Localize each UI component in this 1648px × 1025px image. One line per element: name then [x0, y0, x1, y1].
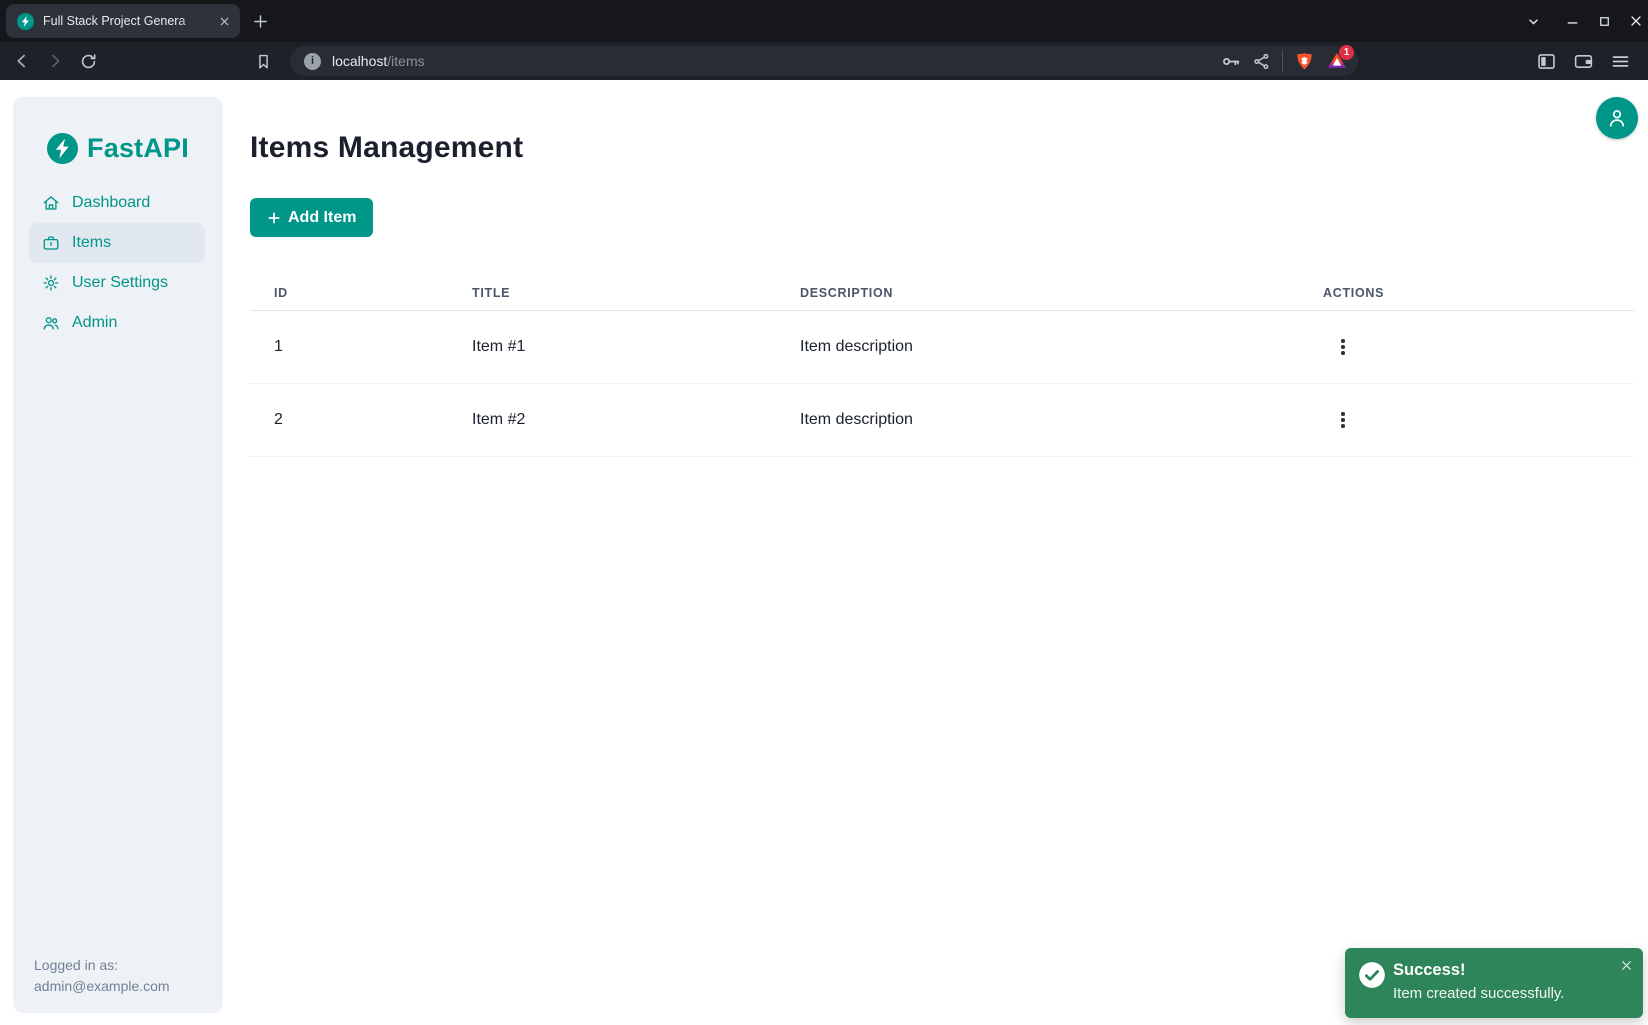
success-toast: Success! Item created successfully. [1345, 948, 1643, 1018]
sidebar: FastAPI Dashboard Items User Settings Ad… [13, 97, 223, 1013]
url-path: /items [387, 53, 424, 69]
sidebar-panel-icon[interactable] [1534, 49, 1558, 73]
wallet-icon[interactable] [1571, 49, 1595, 73]
sidebar-item-items[interactable]: Items [29, 223, 205, 263]
toast-close-icon[interactable] [1618, 957, 1634, 973]
brave-rewards-icon[interactable]: 1 [1326, 50, 1348, 72]
browser-toolbar: i localhost/items 1 [0, 42, 1648, 80]
fastapi-bolt-icon [47, 133, 78, 164]
toast-message: Item created successfully. [1393, 985, 1564, 1002]
table-header-row: ID TITLE DESCRIPTION ACTIONS [250, 275, 1634, 311]
main-content: Items Management Add Item ID TITLE DESCR… [250, 80, 1634, 1025]
sidebar-item-label: Dashboard [72, 194, 150, 212]
sidebar-nav: Dashboard Items User Settings Admin [29, 183, 205, 343]
table-row: 2 Item #2 Item description [250, 384, 1634, 457]
minimize-icon[interactable] [1559, 0, 1585, 42]
reload-icon[interactable] [76, 49, 100, 73]
sidebar-item-dashboard[interactable]: Dashboard [29, 183, 205, 223]
row-actions-menu-button[interactable] [1330, 332, 1356, 362]
column-header-title: TITLE [448, 286, 776, 300]
menu-icon[interactable] [1608, 49, 1632, 73]
sidebar-item-label: Admin [72, 314, 117, 332]
home-icon [42, 194, 60, 212]
cell-description: Item description [776, 338, 1299, 356]
sidebar-item-user-settings[interactable]: User Settings [29, 263, 205, 303]
plus-icon [267, 211, 281, 225]
share-icon[interactable] [1252, 52, 1271, 71]
page-title: Items Management [250, 131, 523, 165]
add-item-button[interactable]: Add Item [250, 198, 373, 237]
toolbar-divider [1282, 50, 1283, 72]
new-tab-button[interactable] [248, 9, 272, 33]
forward-icon[interactable] [43, 49, 67, 73]
cell-title: Item #2 [448, 411, 776, 429]
user-avatar-button[interactable] [1596, 97, 1638, 139]
tab-search-chevron-icon[interactable] [1520, 0, 1546, 42]
url-bar[interactable]: i localhost/items 1 [290, 46, 1358, 76]
browser-tab-bar: Full Stack Project Genera [0, 0, 1648, 42]
app-content: FastAPI Dashboard Items User Settings Ad… [0, 80, 1648, 1025]
close-window-icon[interactable] [1623, 0, 1648, 42]
key-icon[interactable] [1220, 51, 1241, 72]
url-host: localhost [332, 53, 387, 69]
site-info-icon[interactable]: i [304, 53, 321, 70]
sidebar-footer: Logged in as: admin@example.com [34, 955, 170, 997]
column-header-actions: ACTIONS [1299, 286, 1634, 300]
column-header-id: ID [250, 286, 448, 300]
cell-id: 1 [250, 338, 448, 356]
maximize-icon[interactable] [1591, 0, 1617, 42]
browser-tab[interactable]: Full Stack Project Genera [6, 4, 240, 38]
cell-description: Item description [776, 411, 1299, 429]
sidebar-item-label: Items [72, 234, 111, 252]
briefcase-icon [42, 234, 60, 252]
users-icon [42, 314, 60, 332]
table-row: 1 Item #1 Item description [250, 311, 1634, 384]
row-actions-menu-button[interactable] [1330, 405, 1356, 435]
add-item-label: Add Item [288, 209, 356, 227]
toast-title: Success! [1393, 961, 1465, 980]
check-circle-icon [1358, 961, 1386, 989]
brave-shield-icon[interactable] [1294, 51, 1315, 72]
tab-title: Full Stack Project Genera [43, 14, 215, 28]
logged-in-email: admin@example.com [34, 976, 170, 997]
logo-text: FastAPI [87, 133, 189, 164]
bookmark-icon[interactable] [251, 49, 275, 73]
cell-title: Item #1 [448, 338, 776, 356]
sidebar-item-label: User Settings [72, 274, 168, 292]
gear-icon [42, 274, 60, 292]
url-text: localhost/items [332, 53, 425, 69]
user-avatar-icon [1605, 106, 1629, 130]
back-icon[interactable] [10, 49, 34, 73]
tab-close-icon[interactable] [215, 12, 233, 30]
rewards-badge: 1 [1339, 45, 1354, 60]
column-header-description: DESCRIPTION [776, 286, 1299, 300]
cell-id: 2 [250, 411, 448, 429]
sidebar-item-admin[interactable]: Admin [29, 303, 205, 343]
fastapi-favicon-icon [17, 13, 34, 30]
items-table: ID TITLE DESCRIPTION ACTIONS 1 Item #1 I… [250, 275, 1634, 457]
logged-in-label: Logged in as: [34, 955, 170, 976]
app-logo: FastAPI [13, 133, 223, 164]
